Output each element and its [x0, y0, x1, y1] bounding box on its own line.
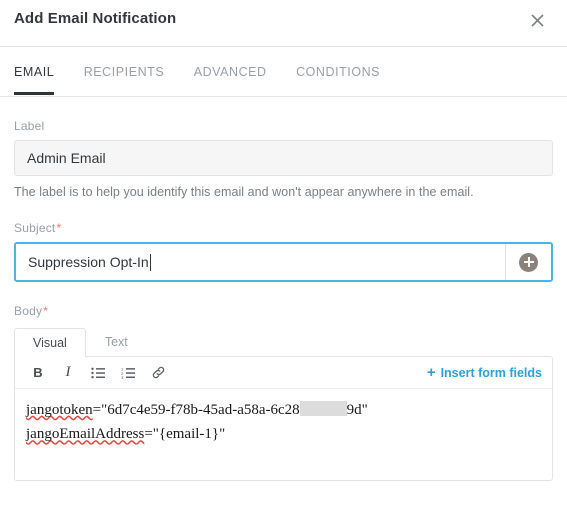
ordered-list-icon[interactable]: 1 2 3	[115, 360, 141, 386]
body-line-1-suffix: 9d"	[346, 402, 368, 418]
unordered-list-icon[interactable]	[85, 360, 111, 386]
subject-field-label: Subject*	[14, 221, 553, 235]
subject-required-asterisk: *	[56, 221, 62, 235]
text-caret	[149, 253, 151, 271]
tab-conditions[interactable]: CONDITIONS	[296, 47, 380, 95]
link-icon[interactable]	[145, 360, 171, 386]
editor-tab-visual[interactable]: Visual	[14, 328, 86, 357]
body-line-1-value: ="6d7c4e59-f78b-45ad-a58a-6c28	[92, 402, 300, 418]
body-field-label: Body*	[14, 304, 553, 318]
editor-mode-tabs: Visual Text	[14, 327, 553, 357]
body-line-2: jangoEmailAddress="{email-1}"	[26, 422, 541, 446]
tab-email[interactable]: EMAIL	[14, 47, 55, 95]
body-line-2-token: jangoEmailAddress	[26, 426, 145, 443]
tab-advanced[interactable]: ADVANCED	[194, 47, 267, 95]
body-line-2-value: ="{email-1}"	[144, 426, 226, 443]
label-help-text: The label is to help you identify this e…	[14, 185, 474, 199]
insert-form-fields-label: Insert form fields	[440, 365, 542, 380]
email-form: Label Admin Email The label is to help y…	[0, 119, 567, 481]
italic-button[interactable]: I	[55, 360, 81, 386]
label-input-value: Admin Email	[27, 150, 106, 166]
dialog-tabbar: EMAIL RECIPIENTS ADVANCED CONDITIONS	[0, 47, 567, 97]
subject-input-value: Suppression Opt-In	[28, 254, 149, 270]
body-required-asterisk: *	[43, 304, 49, 318]
plus-circle-icon	[519, 252, 538, 272]
svg-text:3: 3	[121, 375, 124, 379]
subject-input-row: Suppression Opt-In	[14, 242, 553, 282]
body-line-1-token: jangotoken	[26, 402, 93, 418]
close-icon[interactable]	[525, 8, 549, 32]
body-field-label-text: Body	[14, 304, 43, 318]
redacted-block	[299, 401, 347, 416]
editor-content[interactable]: jangotoken="6d7c4e59-f78b-45ad-a58a-6c28…	[15, 389, 552, 480]
insert-form-fields-button[interactable]: + Insert form fields	[427, 365, 542, 380]
tab-recipients[interactable]: RECIPIENTS	[84, 47, 165, 95]
bold-button[interactable]: B	[25, 360, 51, 386]
dialog-header: Add Email Notification	[0, 0, 567, 47]
label-field-label-text: Label	[14, 119, 45, 133]
label-input[interactable]: Admin Email	[14, 140, 553, 176]
editor-tab-text[interactable]: Text	[86, 327, 147, 356]
dialog-title: Add Email Notification	[14, 10, 177, 27]
label-field-label: Label	[14, 119, 553, 133]
body-editor: Visual Text B I 1 2 3 + Insert form fiel…	[14, 327, 553, 481]
body-line-1: jangotoken="6d7c4e59-f78b-45ad-a58a-6c28…	[26, 398, 541, 422]
plus-icon: +	[426, 364, 436, 381]
subject-add-merge-tag-button[interactable]	[505, 244, 551, 280]
editor-toolbar: B I 1 2 3 + Insert form fields	[15, 357, 552, 389]
editor-box: B I 1 2 3 + Insert form fields jangotoke…	[14, 356, 553, 481]
subject-field-label-text: Subject	[14, 221, 56, 235]
add-email-notification-dialog: Add Email Notification EMAIL RECIPIENTS …	[0, 0, 567, 523]
subject-input[interactable]: Suppression Opt-In	[16, 244, 505, 280]
